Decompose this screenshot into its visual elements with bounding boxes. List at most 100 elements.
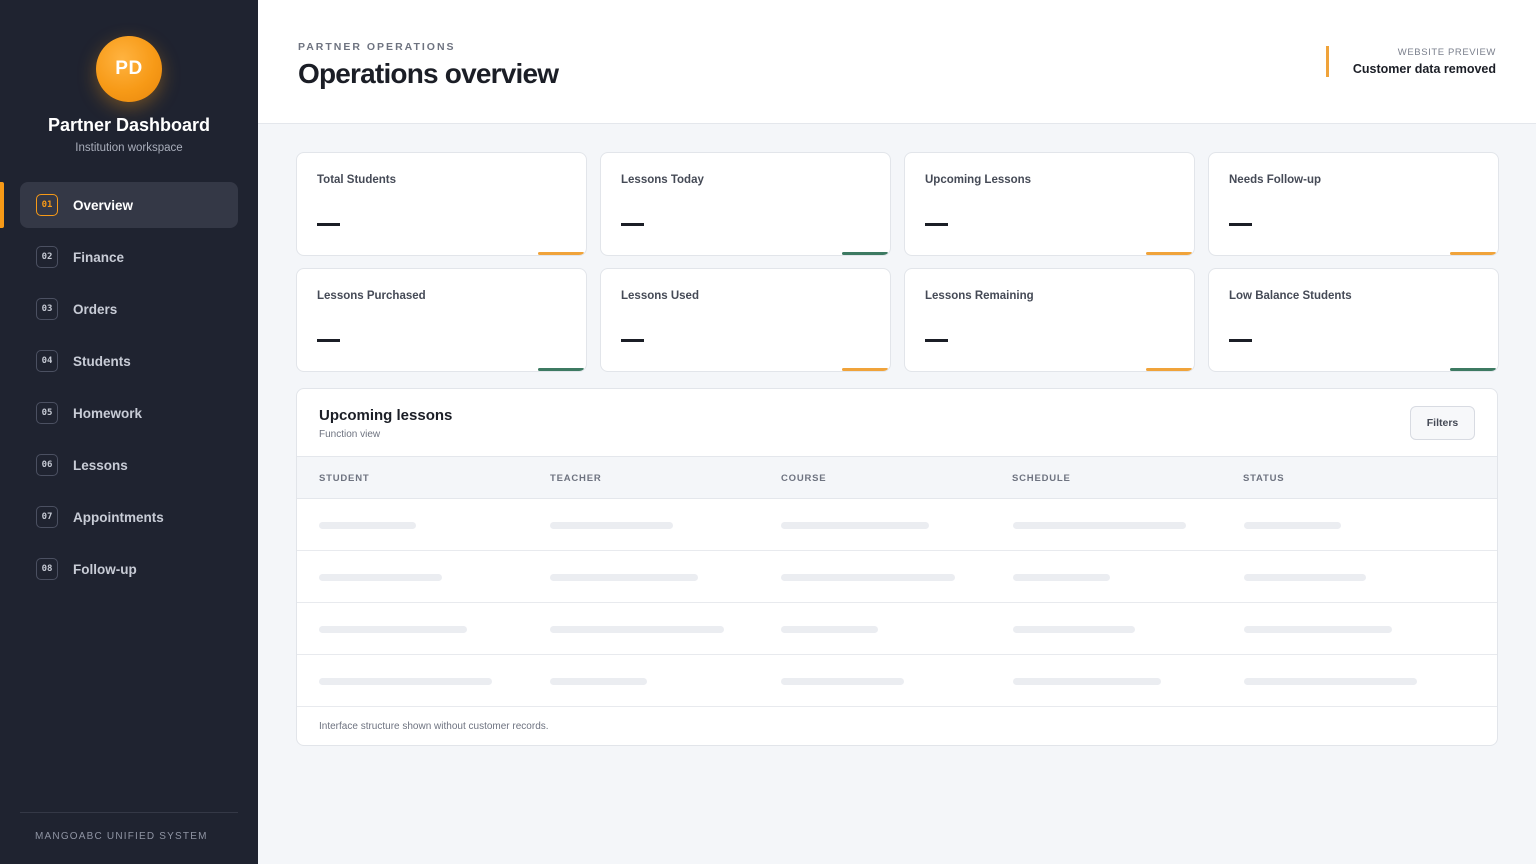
preview-value: Customer data removed <box>1352 62 1496 76</box>
sidebar-item-label: Orders <box>73 301 118 317</box>
sidebar-item-label: Homework <box>73 405 143 421</box>
sidebar-item-label: Students <box>73 353 131 369</box>
stat-card-lessons-remaining: Lessons Remaining <box>904 268 1195 372</box>
nav-number-badge: 05 <box>36 402 58 424</box>
nav-number-badge: 03 <box>36 298 58 320</box>
sidebar-nav: 01 Overview 02 Finance 03 Orders 04 Stud… <box>0 182 238 598</box>
stat-card-lessons-purchased: Lessons Purchased <box>296 268 587 372</box>
stats-grid: Total Students Lessons Today Upcoming Le… <box>296 152 1499 372</box>
stat-accent-bar <box>1146 252 1192 255</box>
sidebar-item-lessons[interactable]: 06 Lessons <box>20 442 238 488</box>
stat-value-placeholder <box>621 339 644 342</box>
placeholder-cell <box>781 626 878 633</box>
page-eyebrow: PARTNER OPERATIONS <box>298 41 456 53</box>
placeholder-cell <box>781 522 929 529</box>
nav-number-badge: 06 <box>36 454 58 476</box>
placeholder-cell <box>781 678 904 685</box>
placeholder-cell <box>550 574 698 581</box>
placeholder-cell <box>1244 626 1392 633</box>
column-header-student[interactable]: STUDENT <box>319 473 369 484</box>
sidebar-divider <box>20 812 238 813</box>
preview-label: WEBSITE PREVIEW <box>1397 47 1496 58</box>
placeholder-cell <box>550 678 647 685</box>
preview-accent-bar <box>1326 46 1329 77</box>
sidebar-item-students[interactable]: 04 Students <box>20 338 238 384</box>
column-header-status[interactable]: STATUS <box>1243 473 1284 484</box>
stat-value-placeholder <box>925 223 948 226</box>
sidebar-item-label: Appointments <box>73 509 164 525</box>
stat-accent-bar <box>538 368 584 371</box>
panel-subtitle: Function view <box>319 429 381 440</box>
brand-subtitle: Institution workspace <box>75 142 183 154</box>
stat-accent-bar <box>842 252 888 255</box>
sidebar-item-label: Overview <box>73 197 134 213</box>
stat-label: Lessons Remaining <box>925 290 1034 302</box>
brand-title: Partner Dashboard <box>47 115 211 135</box>
stat-card-upcoming-lessons: Upcoming Lessons <box>904 152 1195 256</box>
sidebar-item-finance[interactable]: 02 Finance <box>20 234 238 280</box>
stat-value-placeholder <box>317 339 340 342</box>
stat-value-placeholder <box>925 339 948 342</box>
stat-card-lessons-used: Lessons Used <box>600 268 891 372</box>
placeholder-cell <box>319 522 416 529</box>
sidebar-item-orders[interactable]: 03 Orders <box>20 286 238 332</box>
stat-value-placeholder <box>1229 223 1252 226</box>
placeholder-cell <box>550 522 673 529</box>
placeholder-cell <box>1013 574 1110 581</box>
stat-label: Lessons Today <box>621 174 704 186</box>
stat-card-low-balance-students: Low Balance Students <box>1208 268 1499 372</box>
stat-card-total-students: Total Students <box>296 152 587 256</box>
stat-value-placeholder <box>317 223 340 226</box>
avatar: PD <box>96 36 162 102</box>
placeholder-cell <box>1244 574 1366 581</box>
sidebar-footer: MANGOABC UNIFIED SYSTEM <box>35 831 208 842</box>
table-row[interactable] <box>297 499 1497 551</box>
nav-number-badge: 08 <box>36 558 58 580</box>
panel-title: Upcoming lessons <box>319 407 453 424</box>
placeholder-cell <box>1013 678 1161 685</box>
nav-number-badge: 01 <box>36 194 58 216</box>
stat-accent-bar <box>1146 368 1192 371</box>
stat-accent-bar <box>842 368 888 371</box>
sidebar-item-follow-up[interactable]: 08 Follow-up <box>20 546 238 592</box>
table-row[interactable] <box>297 603 1497 655</box>
stat-label: Upcoming Lessons <box>925 174 1032 186</box>
page-header: PARTNER OPERATIONS Operations overview W… <box>258 0 1536 124</box>
main-content: PARTNER OPERATIONS Operations overview W… <box>258 0 1536 864</box>
upcoming-lessons-panel: Upcoming lessons Function view Filters S… <box>296 388 1498 746</box>
sidebar-item-label: Follow-up <box>73 561 137 577</box>
nav-number-badge: 04 <box>36 350 58 372</box>
column-header-teacher[interactable]: TEACHER <box>550 473 602 484</box>
placeholder-cell <box>1013 626 1135 633</box>
stat-card-needs-follow-up: Needs Follow-up <box>1208 152 1499 256</box>
stat-label: Low Balance Students <box>1229 290 1352 302</box>
placeholder-cell <box>1244 678 1417 685</box>
placeholder-cell <box>1244 522 1341 529</box>
stat-label: Total Students <box>317 174 397 186</box>
sidebar-item-homework[interactable]: 05 Homework <box>20 390 238 436</box>
sidebar-item-appointments[interactable]: 07 Appointments <box>20 494 238 540</box>
sidebar-item-label: Lessons <box>73 457 128 473</box>
table-row[interactable] <box>297 551 1497 603</box>
stat-card-lessons-today: Lessons Today <box>600 152 891 256</box>
nav-number-badge: 02 <box>36 246 58 268</box>
stat-accent-bar <box>538 252 584 255</box>
panel-footer-note: Interface structure shown without custom… <box>319 721 549 732</box>
filters-button[interactable]: Filters <box>1410 406 1475 440</box>
stat-accent-bar <box>1450 252 1496 255</box>
app-root: PD Partner Dashboard Institution workspa… <box>0 0 1536 864</box>
placeholder-cell <box>319 678 492 685</box>
page-title: Operations overview <box>298 58 559 89</box>
column-header-course[interactable]: COURSE <box>781 473 826 484</box>
placeholder-cell <box>1013 522 1186 529</box>
table-row[interactable] <box>297 655 1497 707</box>
placeholder-cell <box>319 574 442 581</box>
placeholder-cell <box>781 574 955 581</box>
sidebar-item-label: Finance <box>73 249 125 265</box>
stat-value-placeholder <box>621 223 644 226</box>
sidebar: PD Partner Dashboard Institution workspa… <box>0 0 258 864</box>
column-header-schedule[interactable]: SCHEDULE <box>1012 473 1071 484</box>
stat-label: Needs Follow-up <box>1229 174 1321 186</box>
sidebar-item-overview[interactable]: 01 Overview <box>0 182 238 228</box>
placeholder-cell <box>550 626 724 633</box>
